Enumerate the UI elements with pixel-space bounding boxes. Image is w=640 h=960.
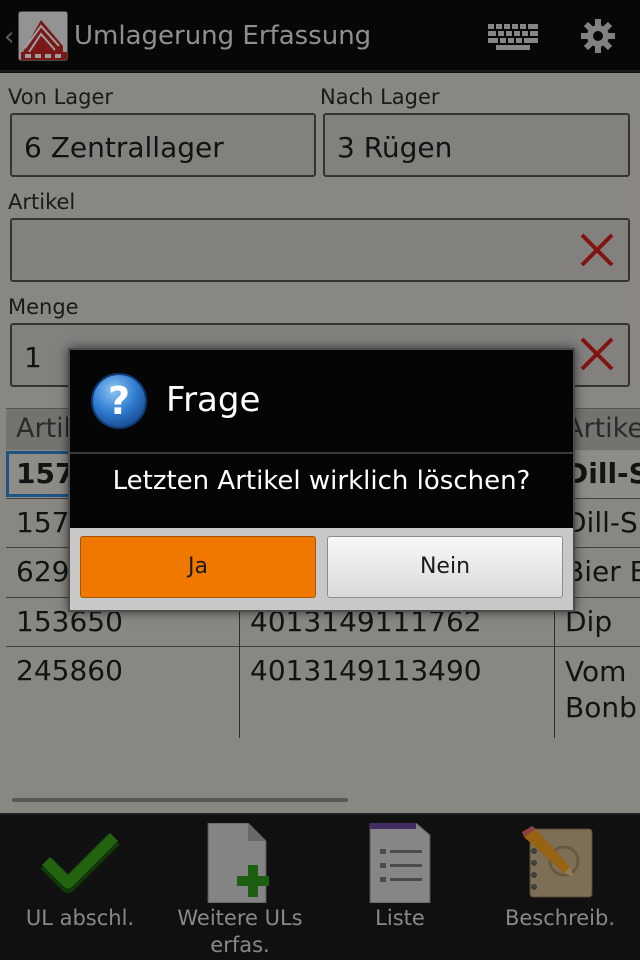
dialog-divider <box>70 452 573 454</box>
svg-text:?: ? <box>108 379 130 423</box>
dialog-button-bar: Ja Nein <box>70 528 573 610</box>
dialog-title: Frage <box>166 380 261 420</box>
dialog-message: Letzten Artikel wirklich löschen? <box>112 466 531 496</box>
question-mark-icon: ? <box>91 373 147 429</box>
confirm-dialog: ? Frage Letzten Artikel wirklich löschen… <box>68 348 575 612</box>
no-button[interactable]: Nein <box>327 536 563 598</box>
yes-button[interactable]: Ja <box>80 536 316 598</box>
